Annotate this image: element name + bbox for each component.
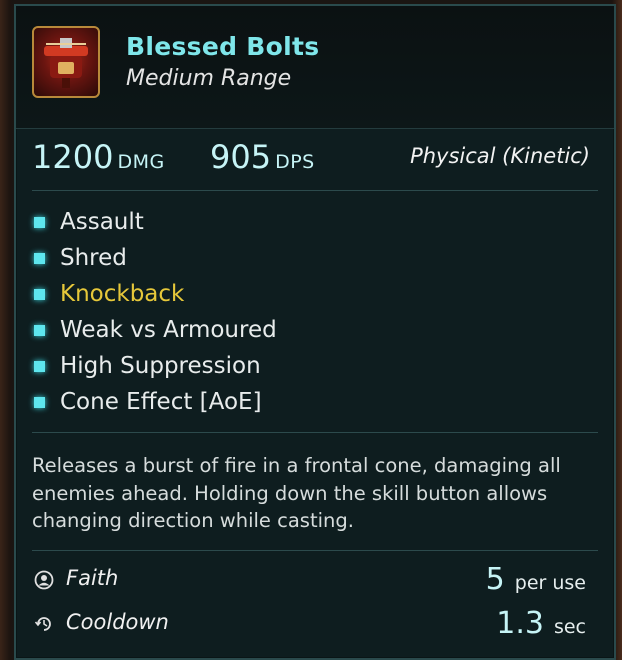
faith-label: Faith: [66, 566, 119, 590]
divider: [32, 190, 598, 191]
trait-item-highlighted: Knockback: [34, 276, 277, 312]
dps-unit: DPS: [275, 151, 315, 173]
bullet-icon: [34, 396, 45, 408]
damage-type: Physical (Kinetic): [410, 144, 590, 168]
faith-icon: [34, 570, 54, 590]
dps-value: 905: [210, 138, 272, 176]
cooldown-row: Cooldown 1.3 sec: [32, 606, 598, 646]
bullet-icon: [34, 288, 45, 300]
bullet-icon: [34, 252, 45, 264]
trait-item: High Suppression: [34, 348, 277, 384]
skill-tooltip: Blessed Bolts Medium Range 1200 DMG 905 DP…: [14, 4, 616, 660]
cooldown-value: 1.3: [496, 606, 544, 641]
trait-label: Cone Effect [AoE]: [60, 389, 262, 415]
trait-list: Assault Shred Knockback Weak vs Armoured…: [34, 204, 277, 420]
cooldown-cost: 1.3 sec: [496, 606, 586, 641]
skill-name: Blessed Bolts: [126, 32, 320, 61]
damage-stat: 1200 DMG: [32, 138, 165, 176]
bullet-icon: [34, 360, 45, 372]
bullet-icon: [34, 324, 45, 336]
trait-item: Cone Effect [AoE]: [34, 384, 277, 420]
trait-item: Assault: [34, 204, 277, 240]
cooldown-label: Cooldown: [66, 610, 169, 634]
trait-label: Weak vs Armoured: [60, 317, 277, 343]
trait-label: Knockback: [60, 281, 185, 307]
faith-cost: 5 per use: [486, 562, 586, 597]
skill-range: Medium Range: [126, 66, 292, 91]
stats-row: 1200 DMG 905 DPS Physical (Kinetic): [32, 138, 598, 182]
cooldown-unit: sec: [553, 616, 586, 638]
trait-item: Shred: [34, 240, 277, 276]
tooltip-header: Blessed Bolts Medium Range: [16, 6, 614, 129]
damage-value: 1200: [32, 138, 114, 176]
trait-label: Shred: [60, 245, 127, 271]
faith-unit: per use: [514, 572, 586, 594]
divider: [32, 432, 598, 433]
faith-cost-row: Faith 5 per use: [32, 562, 598, 602]
divider: [32, 550, 598, 551]
trait-label: High Suppression: [60, 353, 261, 379]
dps-stat: 905 DPS: [210, 138, 315, 176]
bullet-icon: [34, 216, 45, 228]
skill-description: Releases a burst of fire in a frontal co…: [32, 454, 561, 532]
cooldown-icon: [34, 617, 51, 631]
crossbow-bolts-icon: [32, 26, 100, 98]
trait-label: Assault: [60, 209, 144, 235]
trait-item: Weak vs Armoured: [34, 312, 277, 348]
faith-value: 5: [485, 562, 505, 597]
damage-unit: DMG: [117, 151, 165, 173]
